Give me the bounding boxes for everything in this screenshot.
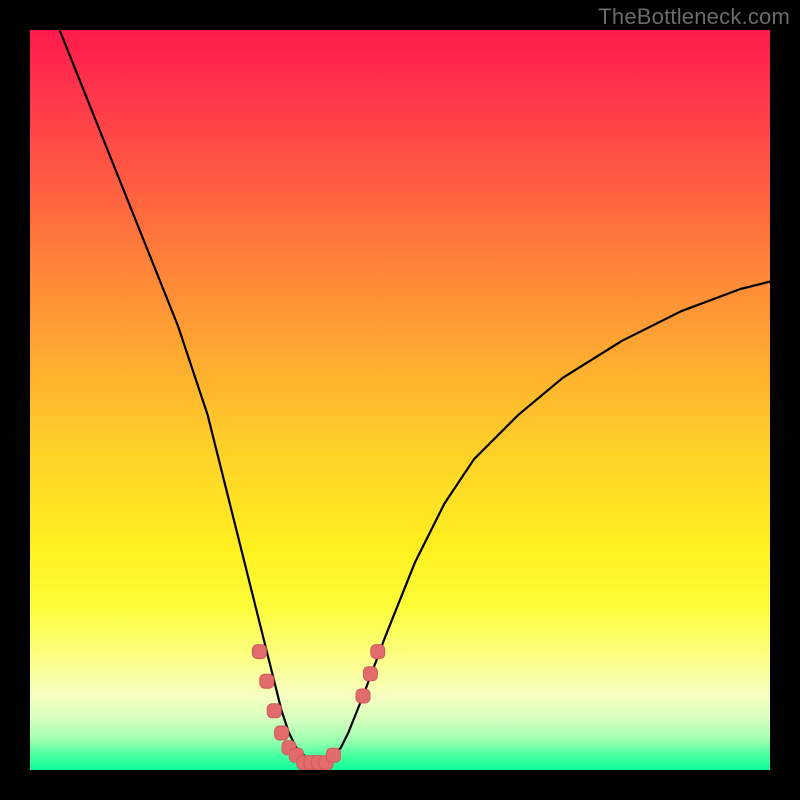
curve-marker <box>267 704 281 718</box>
plot-area <box>30 30 770 770</box>
curve-path <box>60 30 770 763</box>
curve-marker <box>275 726 289 740</box>
curve-marker <box>363 667 377 681</box>
curve-marker <box>356 689 370 703</box>
watermark-text: TheBottleneck.com <box>598 4 790 30</box>
curve-marker <box>326 748 340 762</box>
curve-marker <box>371 645 385 659</box>
chart-frame: TheBottleneck.com <box>0 0 800 800</box>
curve-marker <box>260 674 274 688</box>
bottleneck-curve <box>30 30 770 770</box>
curve-marker <box>252 645 266 659</box>
